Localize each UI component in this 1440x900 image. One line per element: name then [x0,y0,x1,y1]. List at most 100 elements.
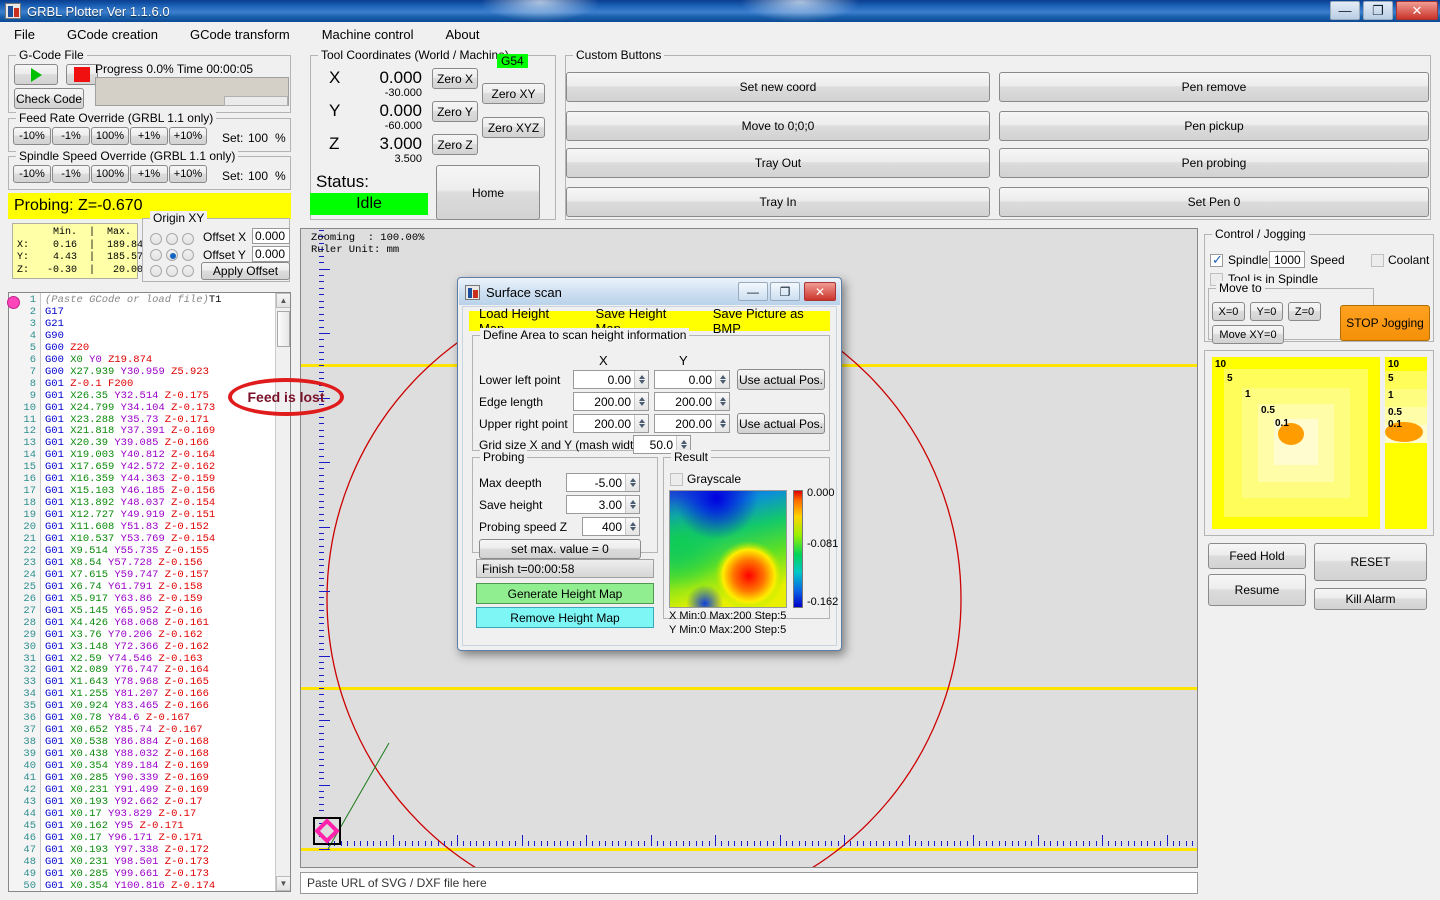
spinner-arrows-icon[interactable] [625,496,639,513]
feed-100-button[interactable]: 100% [91,127,129,145]
spindle-plus-10-button[interactable]: +10% [169,165,207,183]
origin-radio-0[interactable] [150,233,162,245]
spinner-arrows-icon[interactable] [634,393,648,410]
move-y0-button[interactable]: Y=0 [1250,302,1283,321]
home-button[interactable]: Home [436,165,540,220]
spinner-arrows-icon[interactable] [625,518,639,535]
dialog-maximize-button[interactable]: ❐ [770,282,800,301]
spinner-arrows-icon[interactable] [715,393,729,410]
spindle-checkbox[interactable] [1210,252,1223,268]
feed-hold-button[interactable]: Feed Hold [1208,543,1306,569]
spindle-100-button[interactable]: 100% [91,165,129,183]
dialog-minimize-button[interactable]: — [738,282,768,301]
remove-height-map-button[interactable]: Remove Height Map [476,607,654,628]
edge-length-x-spinner[interactable]: 200.00 [573,392,649,411]
spinner-arrows-icon[interactable] [715,371,729,388]
custom-button-set-pen-0[interactable]: Set Pen 0 [999,187,1429,217]
upper-right-y-spinner[interactable]: 200.00 [654,414,730,433]
surface-scan-dialog[interactable]: Surface scan — ❐ ✕ Load Height Map Save … [457,277,842,651]
origin-radio-5[interactable] [182,249,194,261]
spinner-arrows-icon[interactable] [634,371,648,388]
maximize-button[interactable]: ❐ [1363,1,1393,20]
spinner-arrows-icon[interactable] [715,415,729,432]
offset-x-field[interactable]: 0.000 [252,228,290,244]
use-actual-pos-lower-button[interactable]: Use actual Pos. [737,369,825,390]
menu-item-machine-control[interactable]: Machine control [318,25,418,44]
feed-minus-10-button[interactable]: -10% [13,127,51,145]
reset-button[interactable]: RESET [1314,543,1427,581]
custom-button-move-to-000[interactable]: Move to 0;0;0 [566,111,990,141]
custom-button-set-new-coord[interactable]: Set new coord [566,72,990,102]
custom-button-pen-remove[interactable]: Pen remove [999,72,1429,102]
feed-plus-1-button[interactable]: +1% [130,127,168,145]
lower-left-x-spinner[interactable]: 0.00 [573,370,649,389]
origin-radio-4[interactable] [166,249,178,261]
probing-speed-spinner[interactable]: 400 [582,517,640,536]
save-height-spinner[interactable]: 3.00 [566,495,640,514]
gcode-text-area[interactable]: (Paste GCode or load file)T1 G17 G21 G90 G00… [42,293,275,891]
origin-radio-6[interactable] [150,265,162,277]
max-depth-spinner[interactable]: -5.00 [566,473,640,492]
origin-radio-2[interactable] [182,233,194,245]
feed-minus-1-button[interactable]: -1% [52,127,90,145]
scroll-down-icon[interactable]: ▼ [276,876,290,891]
gcode-line[interactable]: (Paste GCode or load file)T1 [42,294,221,307]
scroll-up-icon[interactable]: ▲ [276,293,290,308]
jog-z-pad[interactable]: 10 5 1 0.5 0.1 [1385,357,1427,529]
ruler-tick [319,584,324,586]
jog-xy-pad[interactable]: 10 5 1 0.5 0.1 [1212,357,1380,529]
zero-xy-button[interactable]: Zero XY [482,83,545,104]
zero-xyz-button[interactable]: Zero XYZ [482,117,545,138]
spindle-minus-10-button[interactable]: -10% [13,165,51,183]
menu-item-gcode-transform[interactable]: GCode transform [186,25,294,44]
origin-radio-7[interactable] [166,265,178,277]
zero-z-button[interactable]: Zero Z [432,134,478,155]
origin-radio-8[interactable] [182,265,194,277]
edge-length-y-spinner[interactable]: 200.00 [654,392,730,411]
generate-height-map-button[interactable]: Generate Height Map [476,583,654,604]
gcode-line[interactable]: G01 X0.354 Y100.816 Z-0.174 [42,880,215,891]
offset-y-field[interactable]: 0.000 [252,246,290,262]
stop-jogging-button[interactable]: STOP Jogging [1340,305,1430,341]
menu-item-file[interactable]: File [10,25,39,44]
close-button[interactable]: ✕ [1396,1,1438,20]
spindle-minus-1-button[interactable]: -1% [52,165,90,183]
resume-button[interactable]: Resume [1208,574,1306,606]
move-x0-button[interactable]: X=0 [1212,302,1245,321]
spinner-arrows-icon[interactable] [625,474,639,491]
stop-button[interactable] [66,64,98,85]
origin-radio-1[interactable] [166,233,178,245]
set-max-value-button[interactable]: set max. value = 0 [479,539,641,559]
minimize-button[interactable]: — [1330,1,1360,20]
feed-plus-10-button[interactable]: +10% [169,127,207,145]
zero-y-button[interactable]: Zero Y [432,101,478,122]
origin-radio-3[interactable] [150,249,162,261]
custom-button-tray-out[interactable]: Tray Out [566,148,990,178]
zero-x-button[interactable]: Zero X [432,68,478,89]
move-z0-button[interactable]: Z=0 [1288,302,1321,321]
menu-item-gcode-creation[interactable]: GCode creation [63,25,162,44]
jog-pad[interactable]: 10 5 1 0.5 0.1 10 5 1 0.5 0.1 [1204,350,1434,536]
ruler-tick [319,333,330,334]
move-xy0-button[interactable]: Move XY=0 [1212,325,1284,344]
use-actual-pos-upper-button[interactable]: Use actual Pos. [737,413,825,434]
upper-right-x-spinner[interactable]: 200.00 [573,414,649,433]
menu-item-about[interactable]: About [442,25,484,44]
scrollbar-thumb[interactable] [277,311,290,347]
custom-button-tray-in[interactable]: Tray In [566,187,990,217]
custom-button-pen-pickup[interactable]: Pen pickup [999,111,1429,141]
spinner-arrows-icon[interactable] [634,415,648,432]
svg-dxf-url-input[interactable]: Paste URL of SVG / DXF file here [300,872,1198,894]
play-button[interactable] [14,64,58,85]
check-code-button[interactable]: Check Code [14,88,84,109]
grayscale-checkbox[interactable] [670,473,683,486]
save-picture-bmp-menu[interactable]: Save Picture as BMP [713,306,830,336]
spindle-plus-1-button[interactable]: +1% [130,165,168,183]
spindle-speed-field[interactable]: 1000 [1269,251,1305,268]
custom-button-pen-probing[interactable]: Pen probing [999,148,1429,178]
coolant-checkbox[interactable] [1371,254,1384,267]
lower-left-y-spinner[interactable]: 0.00 [654,370,730,389]
kill-alarm-button[interactable]: Kill Alarm [1314,588,1427,610]
apply-offset-button[interactable]: Apply Offset [201,262,290,280]
dialog-close-button[interactable]: ✕ [804,282,836,301]
